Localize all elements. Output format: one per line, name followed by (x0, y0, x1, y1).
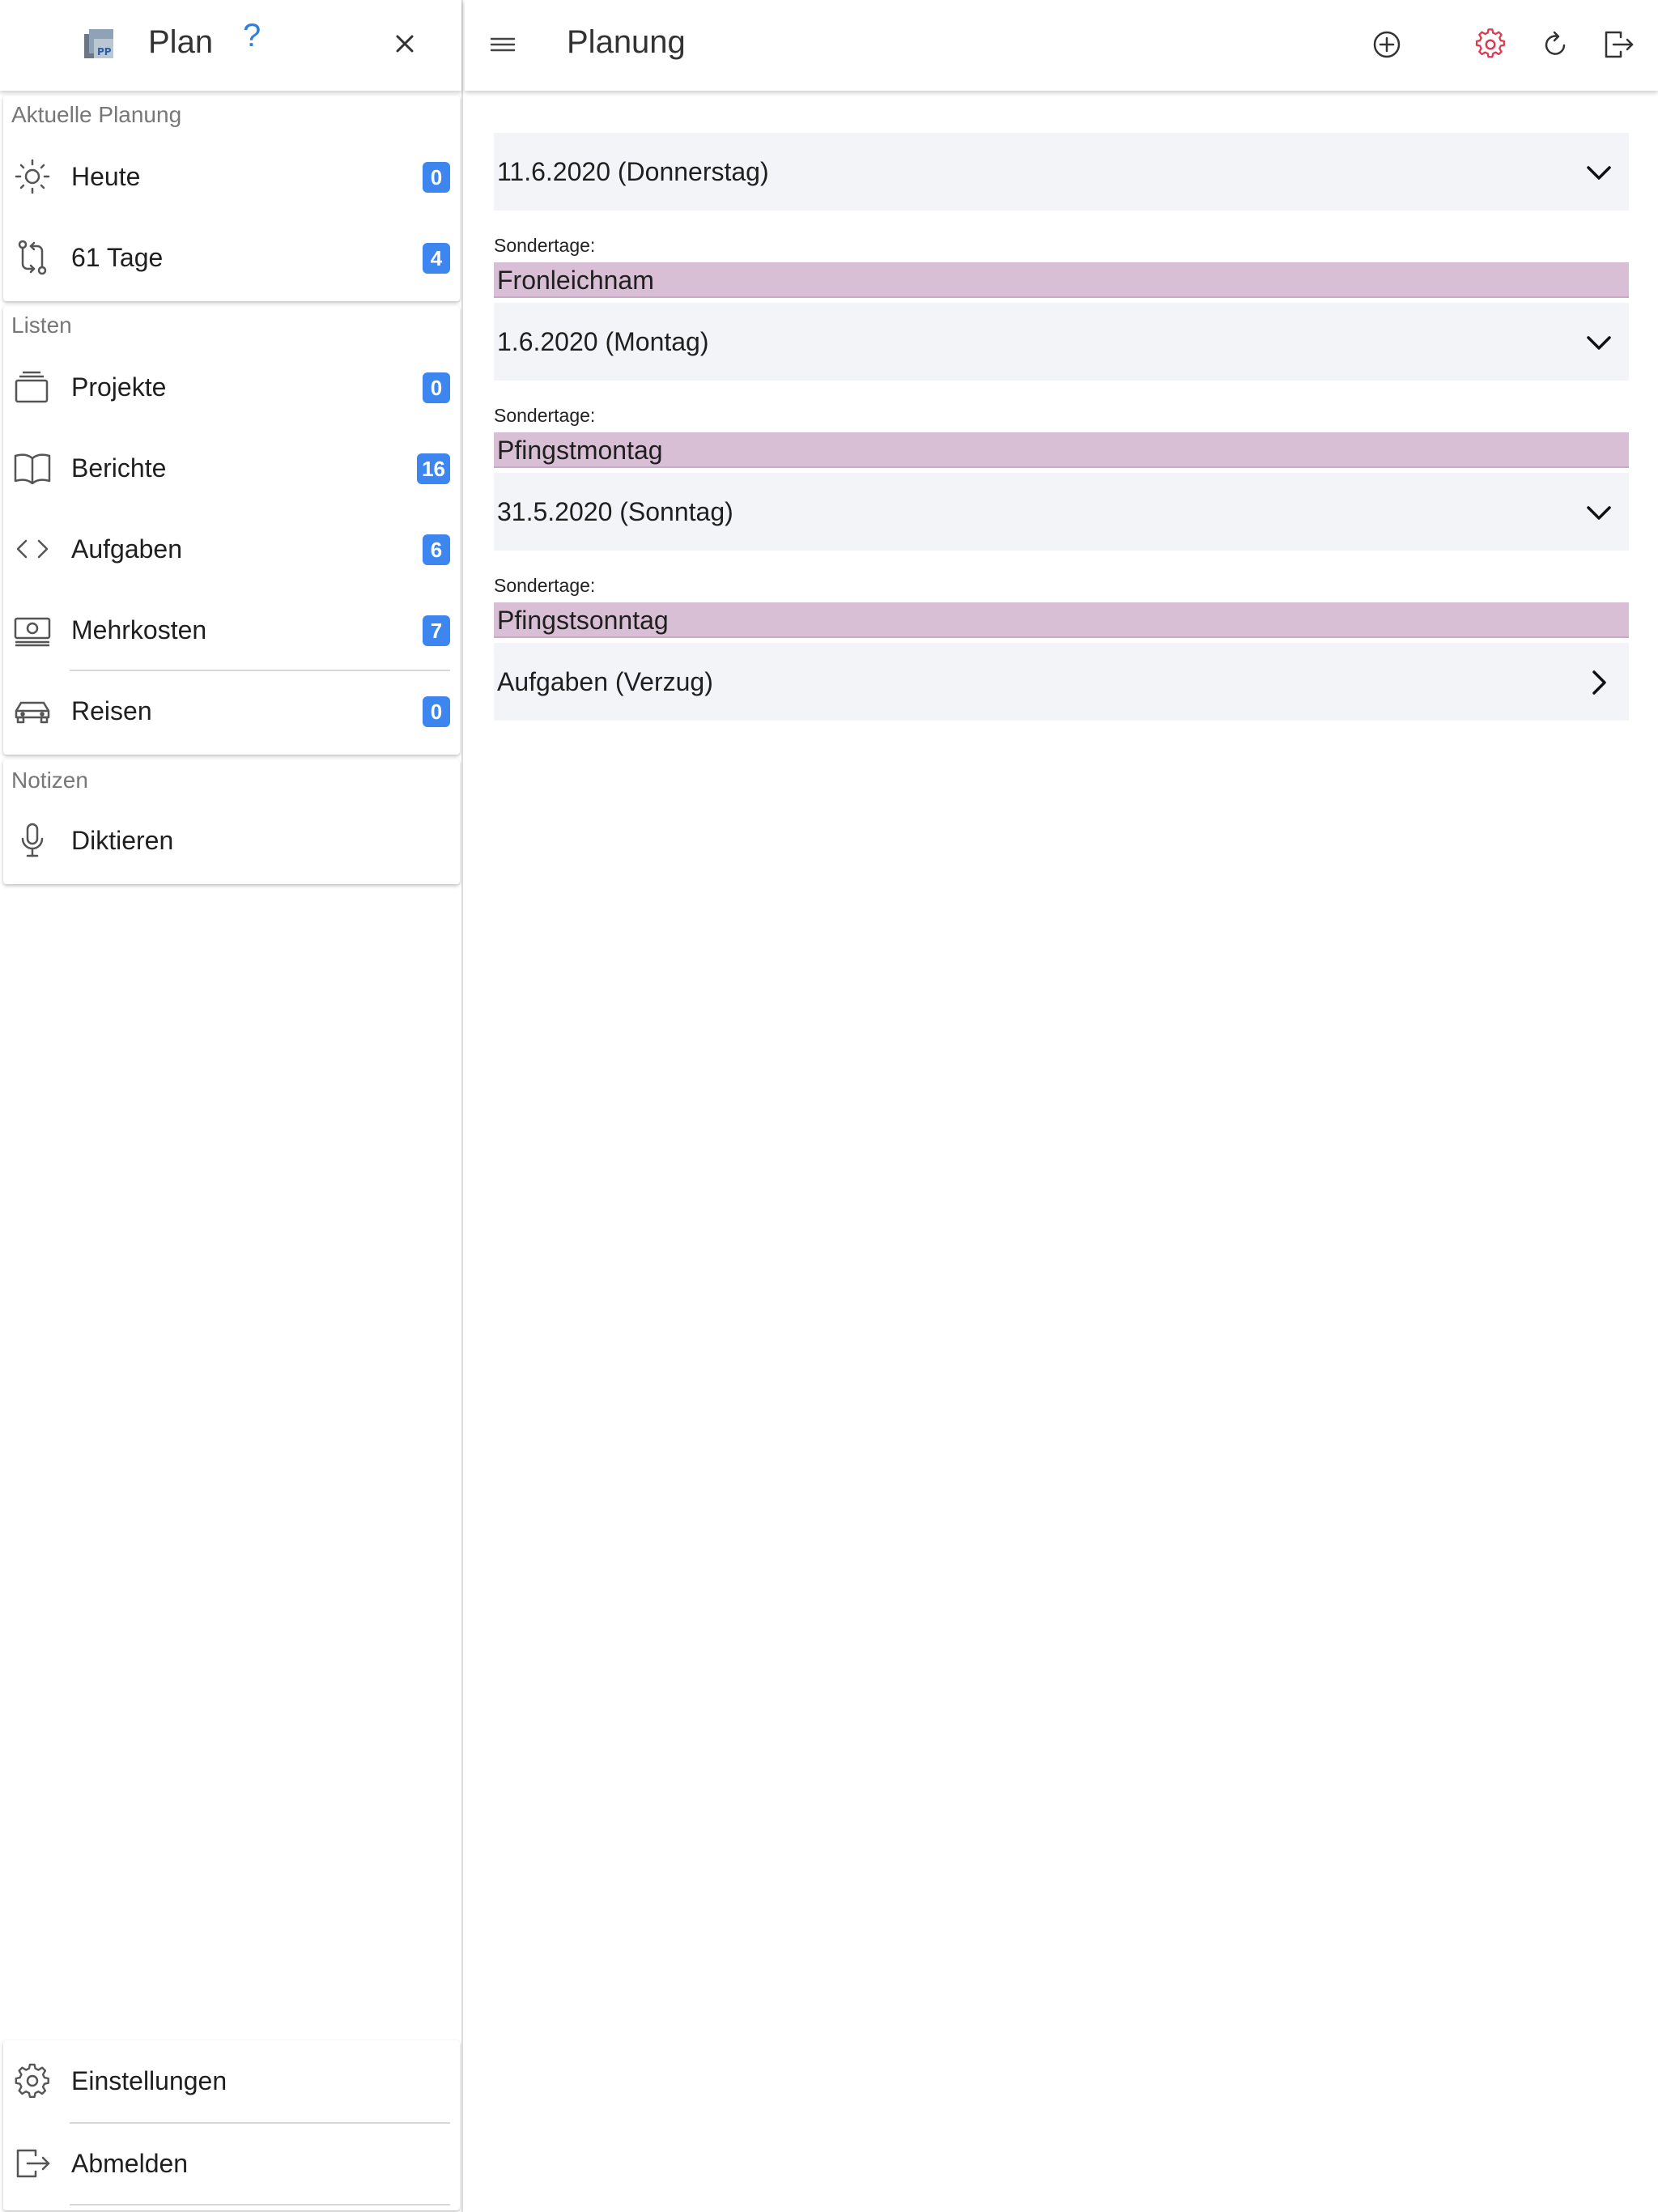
app-logo: PP (84, 29, 113, 58)
sidebar-item-diktieren[interactable]: Diktieren (3, 800, 460, 881)
special-day-bar: Pfingstsonntag (494, 602, 1629, 638)
help-icon[interactable]: ? (243, 18, 261, 54)
day-label: 31.5.2020 (Sonntag) (497, 496, 733, 526)
sidebar-item-abmelden[interactable]: Abmelden (3, 2123, 460, 2204)
section-label: Aktuelle Planung (11, 102, 182, 127)
sidebar-item-label: Einstellungen (71, 2065, 227, 2095)
special-day-bar: Fronleichnam (494, 262, 1629, 298)
divider (70, 2204, 450, 2206)
chevron-down-icon (1587, 336, 1611, 350)
close-icon[interactable] (390, 29, 419, 58)
book-icon (14, 453, 51, 485)
sidebar: PP Plan ? Aktuelle Planung Heute 0 61 Ta… (0, 0, 463, 2212)
sidebar-title: Plan (148, 24, 214, 60)
refresh-icon[interactable] (1538, 28, 1572, 62)
svg-text:PP: PP (97, 46, 112, 57)
section-current-planning: Aktuelle Planung Heute 0 61 Tage 4 (3, 96, 460, 301)
count-badge: 4 (423, 243, 450, 274)
count-badge: 7 (423, 615, 450, 646)
day-label: 11.6.2020 (Donnerstag) (497, 156, 769, 186)
day-label: 1.6.2020 (Montag) (497, 326, 709, 356)
count-badge: 0 (423, 162, 450, 193)
add-circle-icon[interactable] (1370, 28, 1404, 62)
day-row[interactable]: 1.6.2020 (Montag) (494, 303, 1629, 381)
gear-icon (15, 2063, 49, 2098)
sidebar-item-heute[interactable]: Heute 0 (3, 136, 460, 217)
chevron-down-icon (1587, 506, 1611, 520)
day-row[interactable]: 31.5.2020 (Sonntag) (494, 473, 1629, 551)
git-compare-icon (18, 240, 47, 275)
section-notes: Notizen Diktieren (3, 759, 460, 884)
sidebar-item-61-tage[interactable]: 61 Tage 4 (3, 217, 460, 298)
sidebar-item-aufgaben[interactable]: Aufgaben 6 (3, 508, 460, 589)
mic-icon (21, 823, 44, 857)
special-days-label: Sondertage: (494, 235, 596, 256)
sidebar-item-label: Reisen (71, 696, 152, 725)
cash-icon (14, 617, 51, 647)
sidebar-item-label: Heute (71, 161, 141, 191)
top-bar: Planung (465, 0, 1658, 91)
special-day-name: Fronleichnam (497, 265, 654, 295)
count-badge: 0 (423, 696, 450, 727)
chevron-down-icon (1587, 166, 1611, 180)
overdue-tasks-label: Aufgaben (Verzug) (497, 666, 713, 696)
logout-icon (16, 2149, 50, 2178)
sidebar-item-label: Diktieren (71, 825, 174, 855)
sidebar-item-label: 61 Tage (71, 242, 164, 272)
logout-icon[interactable] (1601, 28, 1635, 62)
special-days-label: Sondertage: (494, 575, 596, 596)
special-days-label: Sondertage: (494, 405, 596, 426)
layers-icon (15, 371, 49, 403)
day-row[interactable]: 11.6.2020 (Donnerstag) (494, 133, 1629, 211)
special-day-name: Pfingstsonntag (497, 605, 669, 635)
sidebar-item-label: Berichte (71, 453, 167, 483)
sidebar-item-reisen[interactable]: Reisen 0 (3, 670, 460, 751)
page-title: Planung (567, 24, 686, 60)
sidebar-header: PP Plan ? (0, 0, 461, 91)
count-badge: 6 (423, 534, 450, 565)
section-lists: Listen Projekte 0 Berichte 16 Aufgaben 6… (3, 306, 460, 755)
sidebar-item-label: Abmelden (71, 2148, 189, 2178)
sidebar-footer: Einstellungen Abmelden (3, 2040, 460, 2210)
section-label: Listen (11, 313, 72, 338)
code-icon (16, 539, 49, 559)
count-badge: 16 (417, 453, 450, 484)
sun-icon (15, 159, 50, 194)
hamburger-menu-icon[interactable] (489, 32, 517, 57)
overdue-tasks-row[interactable]: Aufgaben (Verzug) (494, 643, 1629, 721)
section-label: Notizen (11, 768, 88, 793)
sidebar-item-label: Mehrkosten (71, 615, 207, 644)
chevron-right-icon (1592, 670, 1606, 695)
special-day-bar: Pfingstmontag (494, 432, 1629, 468)
sidebar-item-label: Projekte (71, 372, 167, 402)
sidebar-item-projekte[interactable]: Projekte 0 (3, 347, 460, 428)
count-badge: 0 (423, 372, 450, 403)
car-icon (15, 701, 50, 724)
special-day-name: Pfingstmontag (497, 435, 663, 465)
settings-gear-icon[interactable] (1473, 28, 1507, 62)
sidebar-item-berichte[interactable]: Berichte 16 (3, 428, 460, 508)
sidebar-item-label: Aufgaben (71, 534, 183, 564)
sidebar-item-einstellungen[interactable]: Einstellungen (3, 2040, 460, 2121)
sidebar-item-mehrkosten[interactable]: Mehrkosten 7 (3, 589, 460, 670)
